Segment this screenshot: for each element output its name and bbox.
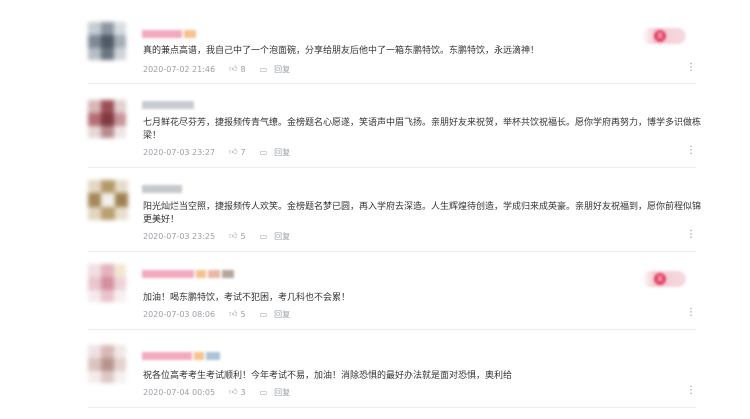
username[interactable] xyxy=(142,352,222,360)
comment-text: 祝各位高考考生考试顺利！今年考试不易，加油！消除恐惧的最好办法就是面对恐惧，奥利… xyxy=(143,371,513,381)
like-count: 3 xyxy=(240,387,246,397)
comment-meta: 2020-07-04 00:05 👍︎ 3 ▭ 回复 xyxy=(143,387,290,397)
like-count: 5 xyxy=(240,231,246,241)
badge-icon: 关 xyxy=(654,30,666,42)
comment-time: 2020-07-02 21:46 xyxy=(143,64,216,74)
divider xyxy=(88,329,696,330)
comment-time: 2020-07-03 23:25 xyxy=(143,231,216,241)
comment-bubble-icon[interactable]: ▭ xyxy=(260,65,268,74)
divider xyxy=(88,83,696,84)
reply-button[interactable]: 回复 xyxy=(274,231,290,242)
thumbs-up-icon[interactable]: 👍︎ xyxy=(229,231,237,241)
username[interactable] xyxy=(142,270,234,278)
reply-button[interactable]: 回复 xyxy=(274,387,290,398)
avatar[interactable] xyxy=(88,345,126,383)
comment-text: 阳光灿烂当空照，捷报频传人欢笑。金榜题名梦已圆，再入学府去深造。人生辉煌待创造，… xyxy=(143,202,702,225)
username[interactable] xyxy=(142,185,182,193)
more-vertical-icon[interactable]: ⋮ xyxy=(686,229,696,241)
like-count: 5 xyxy=(240,309,246,319)
username[interactable] xyxy=(142,30,198,38)
comment-meta: 2020-07-03 23:27 👍︎ 7 ▭ 回复 xyxy=(143,147,290,157)
username[interactable] xyxy=(142,101,194,109)
comment-text: 七月鲜花尽芬芳，捷报频传青气缭。金榜题名心愿遂，笑语声中眉飞扬。亲朋好友来祝贺，… xyxy=(143,118,702,141)
comment-bubble-icon[interactable]: ▭ xyxy=(260,148,268,157)
like-count: 8 xyxy=(240,64,246,74)
divider xyxy=(88,407,696,408)
more-vertical-icon[interactable]: ⋮ xyxy=(686,307,696,319)
reply-button[interactable]: 回复 xyxy=(274,309,290,320)
reply-button[interactable]: 回复 xyxy=(274,64,290,75)
comment-text: 加油！喝东鹏特饮，考试不犯困，考几科也不会累！ xyxy=(143,293,351,303)
thumbs-up-icon[interactable]: 👍︎ xyxy=(229,64,237,74)
divider xyxy=(88,167,696,168)
divider xyxy=(88,251,696,252)
comment-meta: 2020-07-03 23:25 👍︎ 5 ▭ 回复 xyxy=(143,231,290,241)
fan-badge: 关 xyxy=(642,271,686,287)
comment-meta: 2020-07-03 08:06 👍︎ 5 ▭ 回复 xyxy=(143,309,290,319)
thumbs-up-icon[interactable]: 👍︎ xyxy=(229,147,237,157)
comment-time: 2020-07-03 08:06 xyxy=(143,309,216,319)
comment-time: 2020-07-04 00:05 xyxy=(143,387,216,397)
comment-bubble-icon[interactable]: ▭ xyxy=(260,310,268,319)
avatar[interactable] xyxy=(88,100,126,138)
like-count: 7 xyxy=(240,147,246,157)
comment-meta: 2020-07-02 21:46 👍︎ 8 ▭ 回复 xyxy=(143,64,290,74)
comment-text: 真的兼点高谱，我自己中了一个泡面碗，分享给朋友后他中了一箱东鹏特饮。东鹏特饮，永… xyxy=(143,46,540,56)
more-vertical-icon[interactable]: ⋮ xyxy=(686,62,696,74)
comment-time: 2020-07-03 23:27 xyxy=(143,147,216,157)
badge-icon: 关 xyxy=(654,273,666,285)
thumbs-up-icon[interactable]: 👍︎ xyxy=(229,387,237,397)
avatar[interactable] xyxy=(88,22,126,60)
fan-badge: 关 xyxy=(642,28,686,44)
more-vertical-icon[interactable]: ⋮ xyxy=(686,145,696,157)
reply-button[interactable]: 回复 xyxy=(274,147,290,158)
avatar[interactable] xyxy=(88,180,128,220)
comment-bubble-icon[interactable]: ▭ xyxy=(260,232,268,241)
thumbs-up-icon[interactable]: 👍︎ xyxy=(229,309,237,319)
more-vertical-icon[interactable]: ⋮ xyxy=(686,385,696,397)
avatar[interactable] xyxy=(88,264,126,302)
comment-bubble-icon[interactable]: ▭ xyxy=(260,388,268,397)
